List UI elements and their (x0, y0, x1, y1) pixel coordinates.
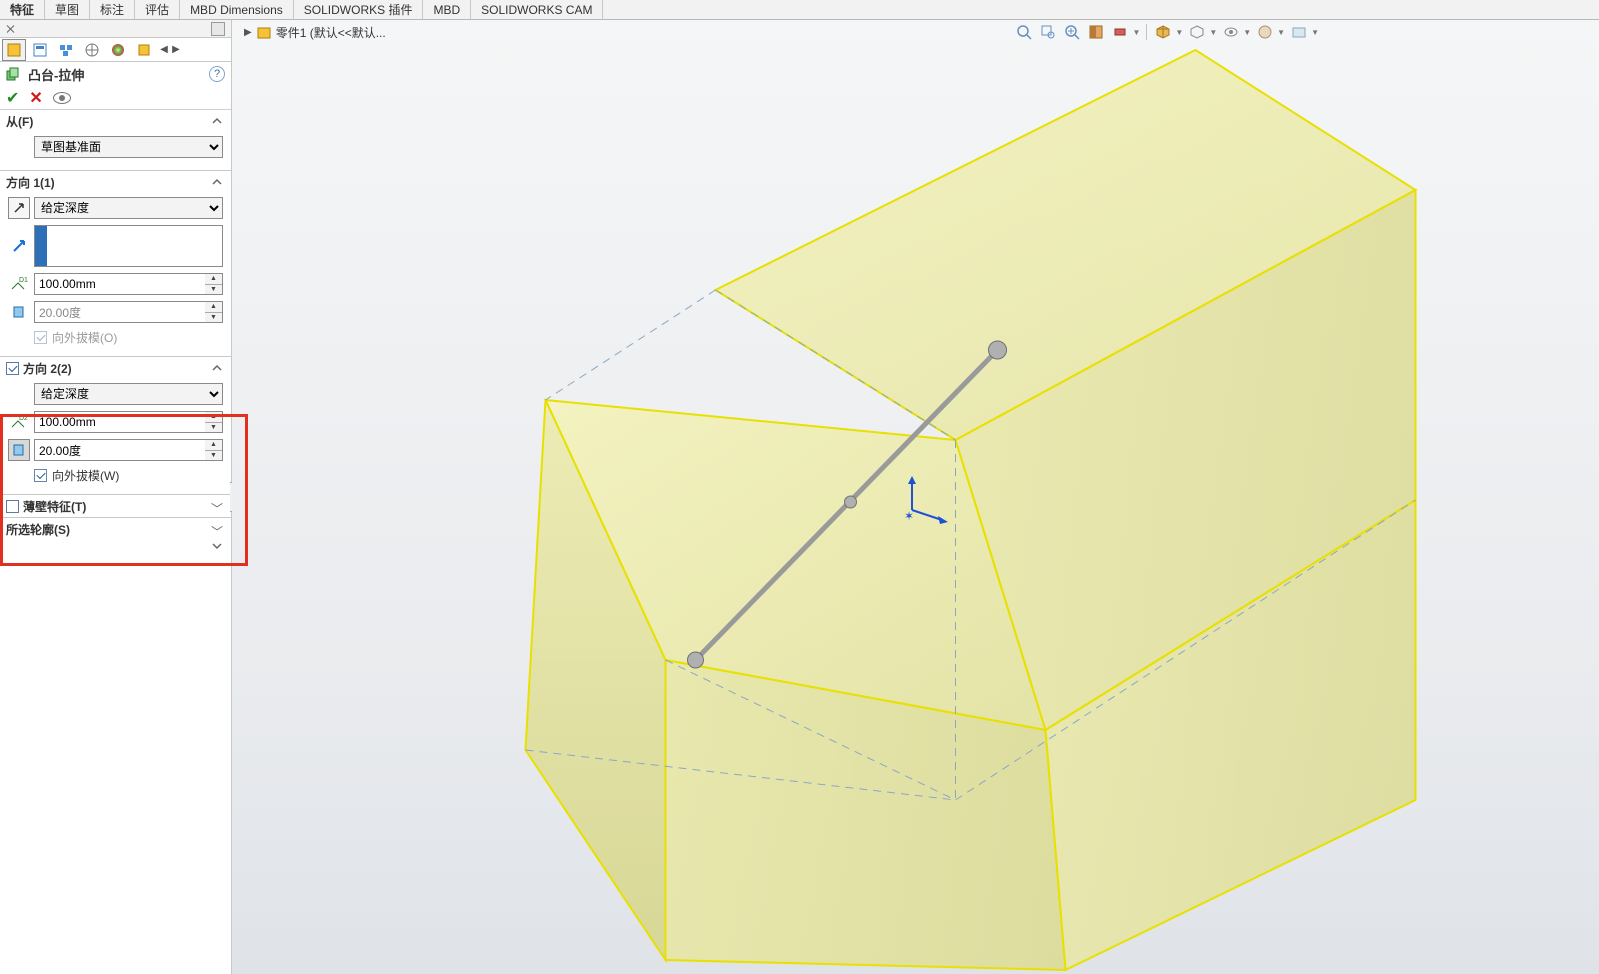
dir2-depth-input[interactable] (34, 411, 205, 433)
help-icon[interactable]: ? (209, 66, 225, 82)
reverse-direction-1-icon[interactable] (8, 197, 30, 219)
dir1-direction-reference-input[interactable] (34, 225, 223, 267)
from-plane-select[interactable]: 草图基准面 (34, 136, 223, 158)
dir1-draft-outward-row: 向外拔模(O) (34, 329, 223, 346)
section-direction-1: 方向 1(1) 给定深度 (0, 171, 231, 357)
origin-triad: ✶ (902, 470, 962, 530)
expand-icon (211, 523, 223, 535)
tab-sketch[interactable]: 草图 (45, 0, 90, 19)
section-direction-2-label: 方向 2(2) (23, 360, 72, 377)
tab-mbd-dims[interactable]: MBD Dimensions (180, 0, 294, 19)
section-direction-2-header[interactable]: 方向 2(2) (0, 357, 231, 379)
section-from-header[interactable]: 从(F) (0, 110, 231, 132)
property-manager-tab-icon[interactable] (28, 39, 52, 61)
cam-manager-tab-icon[interactable] (132, 39, 156, 61)
dir1-draft-spinner[interactable]: ▲▼ (205, 301, 223, 323)
expand-icon (211, 500, 223, 512)
thin-feature-checkbox[interactable] (6, 500, 19, 513)
dimxpert-manager-tab-icon[interactable] (80, 39, 104, 61)
section-contours-header[interactable]: 所选轮廓(S) (0, 518, 231, 540)
graphics-viewport[interactable]: ▶ 零件1 (默认<<默认... ▼ ▼ ▼ ▼ ▼ ▼ (232, 20, 1599, 974)
feature-title-row: 凸台-拉伸 ? (0, 62, 231, 86)
tab-sw-addins[interactable]: SOLIDWORKS 插件 (294, 0, 424, 19)
collapse-icon (211, 176, 223, 188)
dir2-enable-checkbox[interactable] (6, 362, 19, 375)
tab-evaluate[interactable]: 评估 (135, 0, 180, 19)
dir2-draft-outward-row: 向外拔模(W) (34, 467, 223, 484)
svg-text:✶: ✶ (904, 509, 914, 523)
depth-d1-icon: D1 (8, 273, 30, 295)
dir1-end-condition-select[interactable]: 给定深度 (34, 197, 223, 219)
tab-sw-cam[interactable]: SOLIDWORKS CAM (471, 0, 603, 19)
panel-config-row (0, 20, 231, 38)
collapse-icon (211, 115, 223, 127)
svg-text:D2: D2 (19, 415, 28, 422)
section-direction-1-header[interactable]: 方向 1(1) (0, 171, 231, 193)
section-contours: 所选轮廓(S) (0, 518, 231, 540)
detailed-preview-icon[interactable] (53, 92, 71, 104)
command-manager-tabs: 特征 草图 标注 评估 MBD Dimensions SOLIDWORKS 插件… (0, 0, 1599, 20)
dir2-draft-outward-label: 向外拔模(W) (52, 467, 119, 484)
dir2-draft-outward-checkbox[interactable] (34, 469, 47, 482)
feature-manager-tab-icon[interactable] (2, 39, 26, 61)
tab-annotate[interactable]: 标注 (90, 0, 135, 19)
svg-text:D1: D1 (19, 277, 28, 284)
tab-mbd[interactable]: MBD (423, 0, 471, 19)
panel-tab-prev-icon[interactable]: ◀ (158, 39, 170, 61)
depth-d2-icon: D2 (8, 411, 30, 433)
dir1-draft-outward-label: 向外拔模(O) (52, 329, 117, 346)
dir2-end-condition-select[interactable]: 给定深度 (34, 383, 223, 405)
ok-icon[interactable]: ✔ (6, 88, 19, 108)
dir1-depth-spinner[interactable]: ▲▼ (205, 273, 223, 295)
property-manager-panel: ◀ ▶ 凸台-拉伸 ? ✔ ✕ 从(F) (0, 20, 232, 974)
collapse-icon (211, 362, 223, 374)
dir2-depth-spinner[interactable]: ▲▼ (205, 411, 223, 433)
panel-tab-next-icon[interactable]: ▶ (170, 39, 182, 61)
dir1-draft-input[interactable] (34, 301, 205, 323)
section-from-label: 从(F) (6, 113, 33, 130)
draft-angle-d2-icon[interactable] (8, 439, 30, 461)
cancel-icon[interactable]: ✕ (29, 88, 42, 108)
panel-config-icon[interactable] (211, 22, 225, 36)
tab-features[interactable]: 特征 (0, 0, 45, 19)
dir2-draft-spinner[interactable]: ▲▼ (205, 439, 223, 461)
direction-vector-icon (8, 235, 30, 257)
dir2-draft-input[interactable] (34, 439, 205, 461)
section-direction-1-label: 方向 1(1) (6, 174, 55, 191)
feature-title: 凸台-拉伸 (28, 65, 84, 84)
dir1-draft-outward-checkbox (34, 331, 47, 344)
section-from: 从(F) 草图基准面 (0, 110, 231, 171)
feature-confirm-row: ✔ ✕ (0, 86, 231, 110)
boss-extrude-icon (4, 65, 22, 83)
close-icon[interactable] (6, 24, 16, 34)
section-thin-feature: 薄壁特征(T) (0, 495, 231, 518)
display-manager-tab-icon[interactable] (106, 39, 130, 61)
section-contours-label: 所选轮廓(S) (6, 521, 70, 538)
section-direction-2: 方向 2(2) 给定深度 D2 ▲▼ (0, 357, 231, 495)
dir1-depth-input[interactable] (34, 273, 205, 295)
configuration-manager-tab-icon[interactable] (54, 39, 78, 61)
draft-angle-d1-icon (8, 301, 30, 323)
section-thin-label: 薄壁特征(T) (23, 498, 86, 515)
manager-tab-icons: ◀ ▶ (0, 38, 231, 62)
section-thin-header[interactable]: 薄壁特征(T) (0, 495, 231, 517)
